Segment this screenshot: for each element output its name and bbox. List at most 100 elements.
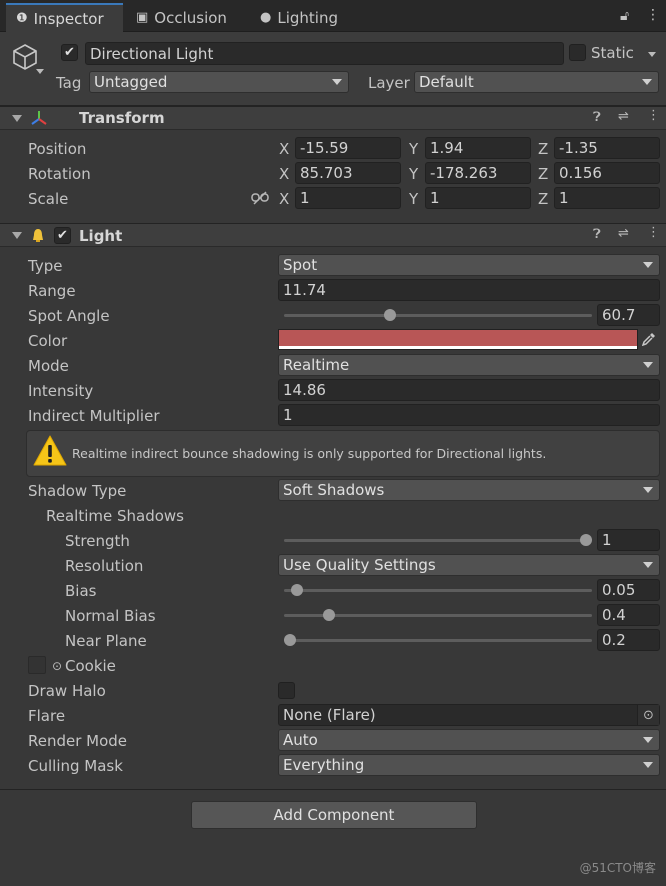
indirect-multiplier-label: Indirect Multiplier [28, 407, 160, 425]
active-checkbox[interactable]: ✔ [61, 44, 78, 61]
normal-bias-value: 0.4 [602, 606, 626, 624]
scale-y-input[interactable]: 1 [425, 187, 531, 209]
scale-label: Scale [28, 190, 69, 208]
scale-z-input[interactable]: 1 [554, 187, 660, 209]
axis-z-label[interactable]: Z [538, 165, 548, 183]
render-mode-dropdown[interactable]: Auto [278, 729, 660, 751]
indirect-multiplier-input[interactable]: 1 [278, 404, 660, 426]
bias-label: Bias [65, 582, 97, 600]
mode-label: Mode [28, 357, 69, 375]
tab-label: Inspector [33, 9, 104, 28]
light-enabled-checkbox[interactable]: ✔ [54, 227, 71, 244]
transform-title: Transform [79, 109, 165, 127]
static-label: Static [591, 44, 634, 62]
eyedropper-icon[interactable] [642, 332, 656, 346]
info-icon: ❶ [16, 11, 28, 26]
tab-label: Lighting [277, 8, 338, 27]
tag-dropdown[interactable]: Untagged [89, 71, 349, 93]
more-options-icon[interactable]: ⋮ [647, 225, 660, 240]
rotation-z-input[interactable]: 0.156 [554, 162, 660, 184]
layer-label: Layer [368, 74, 410, 92]
cookie-texture-slot[interactable] [28, 656, 46, 674]
add-component-label: Add Component [273, 806, 395, 824]
spot-angle-slider-track[interactable] [284, 314, 592, 317]
normal-bias-slider-thumb[interactable] [323, 609, 336, 621]
axis-z-label[interactable]: Z [538, 190, 548, 208]
icon-dropdown-arrow[interactable] [36, 69, 44, 74]
object-picker-icon[interactable]: ⊙ [52, 659, 62, 673]
mode-dropdown[interactable]: Realtime [278, 354, 660, 376]
static-checkbox[interactable] [569, 44, 586, 61]
position-x-input[interactable]: -15.59 [295, 137, 401, 159]
flare-object-field[interactable]: None (Flare) [278, 704, 660, 726]
culling-mask-dropdown[interactable]: Everything [278, 754, 660, 776]
spot-angle-input[interactable]: 60.7 [597, 304, 660, 326]
axis-x-label[interactable]: X [279, 190, 289, 208]
color-field[interactable] [278, 329, 638, 350]
chevron-down-icon [643, 487, 653, 493]
tab-inspector[interactable]: ❶ Inspector [6, 3, 123, 32]
fold-arrow-icon[interactable] [12, 115, 22, 122]
object-picker-icon[interactable]: ⊙ [637, 705, 659, 725]
layer-dropdown[interactable]: Default [414, 71, 659, 93]
chevron-down-icon [643, 562, 653, 568]
axis-z-label[interactable]: Z [538, 140, 548, 158]
chevron-down-icon [643, 737, 653, 743]
strength-slider-thumb[interactable] [580, 534, 592, 546]
more-options-icon[interactable]: ⋮ [647, 108, 660, 123]
position-x-value: -15.59 [300, 139, 349, 157]
realtime-shadows-label: Realtime Shadows [46, 507, 184, 525]
intensity-value: 14.86 [283, 381, 326, 399]
type-dropdown[interactable]: Spot [278, 254, 660, 276]
unlink-icon[interactable] [251, 191, 269, 205]
axis-y-label[interactable]: Y [409, 140, 418, 158]
tab-lighting[interactable]: ● Lighting [250, 3, 350, 32]
near-plane-slider-thumb[interactable] [284, 634, 296, 646]
help-icon[interactable]: ❓︎ [593, 227, 601, 242]
resolution-value: Use Quality Settings [283, 556, 436, 574]
draw-halo-checkbox[interactable] [278, 682, 295, 699]
resolution-dropdown[interactable]: Use Quality Settings [278, 554, 660, 576]
position-label: Position [28, 140, 87, 158]
scale-x-input[interactable]: 1 [295, 187, 401, 209]
rotation-x-value: 85.703 [300, 164, 353, 182]
shadow-type-dropdown[interactable]: Soft Shadows [278, 479, 660, 501]
near-plane-label: Near Plane [65, 632, 147, 650]
tag-value: Untagged [94, 73, 168, 91]
normal-bias-input[interactable]: 0.4 [597, 604, 660, 626]
strength-input[interactable]: 1 [597, 529, 660, 551]
axis-y-label[interactable]: Y [409, 165, 418, 183]
chevron-down-icon [643, 262, 653, 268]
rotation-y-value: -178.263 [430, 164, 498, 182]
intensity-input[interactable]: 14.86 [278, 379, 660, 401]
lock-icon[interactable]: 🔓︎ [620, 8, 629, 24]
scale-y-value: 1 [430, 189, 440, 207]
fold-arrow-icon[interactable] [12, 232, 22, 239]
watermark: @51CTO博客 [579, 861, 656, 875]
axis-x-label[interactable]: X [279, 165, 289, 183]
bias-slider-thumb[interactable] [291, 584, 304, 596]
axis-y-label[interactable]: Y [409, 190, 418, 208]
position-z-input[interactable]: -1.35 [554, 137, 660, 159]
add-component-button[interactable]: Add Component [191, 801, 477, 829]
bias-input[interactable]: 0.05 [597, 579, 660, 601]
near-plane-input[interactable]: 0.2 [597, 629, 660, 651]
static-dropdown-arrow[interactable] [648, 52, 656, 57]
position-y-input[interactable]: 1.94 [425, 137, 531, 159]
rotation-y-input[interactable]: -178.263 [425, 162, 531, 184]
rotation-x-input[interactable]: 85.703 [295, 162, 401, 184]
preset-icon[interactable]: ⇌ [618, 109, 629, 124]
resolution-label: Resolution [65, 557, 144, 575]
tab-occlusion[interactable]: ▣ Occlusion [126, 3, 244, 32]
preset-icon[interactable]: ⇌ [618, 226, 629, 241]
help-icon[interactable]: ❓︎ [593, 110, 601, 125]
mode-value: Realtime [283, 356, 350, 374]
strength-slider-track[interactable] [284, 539, 592, 542]
axis-x-label[interactable]: X [279, 140, 289, 158]
range-input[interactable]: 11.74 [278, 279, 660, 301]
more-options-icon[interactable]: ⋮ [646, 7, 660, 23]
object-name-input[interactable]: Directional Light [85, 42, 564, 65]
near-plane-slider-track[interactable] [284, 639, 592, 642]
spot-angle-slider-thumb[interactable] [384, 309, 397, 321]
bias-slider-track[interactable] [284, 589, 592, 592]
